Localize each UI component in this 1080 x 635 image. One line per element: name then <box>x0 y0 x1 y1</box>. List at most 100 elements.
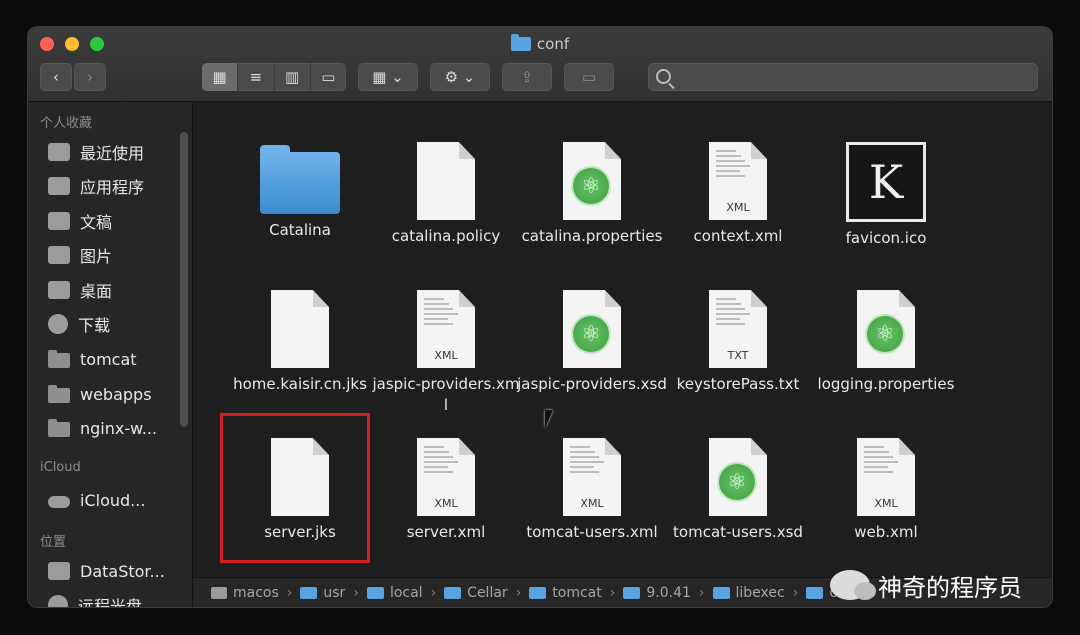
file-item[interactable]: ⚛ tomcat-users.xsd <box>663 438 813 543</box>
sidebar-item-datastore[interactable]: DataStor... <box>48 558 165 584</box>
file-name: Catalina <box>269 221 331 239</box>
file-name: catalina.policy <box>391 227 501 245</box>
sidebar-item-recents[interactable]: 最近使用 <box>48 139 144 165</box>
folder-icon <box>48 385 70 403</box>
folder-icon <box>260 145 340 214</box>
titlebar: conf ‹ › ▦ ≡ ▥ ▭ ▦ ⌄ ⚙ ⌄ ⇪ ▭ <box>28 27 1052 102</box>
view-mode-control[interactable]: ▦ ≡ ▥ ▭ <box>202 63 346 91</box>
properties-file-icon: ⚛ <box>857 290 915 368</box>
arrange-button[interactable]: ▦ ⌄ <box>358 63 418 91</box>
sidebar-item-pictures[interactable]: 图片 <box>48 242 112 268</box>
sidebar-item-nginx[interactable]: nginx-w... <box>48 415 157 441</box>
file-name: keystorePass.txt <box>676 375 800 393</box>
file-item[interactable]: XML server.xml <box>371 438 521 543</box>
chevron-right-icon: › <box>609 585 616 601</box>
file-item[interactable]: TXT keystorePass.txt <box>663 290 813 395</box>
sidebar-item-webapps[interactable]: webapps <box>48 381 152 407</box>
forward-button[interactable]: › <box>74 63 106 91</box>
path-segment[interactable]: usr <box>300 585 345 601</box>
path-segment[interactable]: local <box>366 585 423 601</box>
applications-icon <box>48 177 70 195</box>
file-item[interactable]: home.kaisir.cn.jks <box>225 290 375 395</box>
file-name: home.kaisir.cn.jks <box>233 375 367 393</box>
path-segment[interactable]: libexec <box>712 585 785 601</box>
tag-button[interactable]: ▭ <box>564 63 614 91</box>
path-segment[interactable]: tomcat <box>529 585 602 601</box>
folder-icon <box>529 587 547 599</box>
favicon-k-icon: K <box>846 142 926 222</box>
document-icon <box>271 290 329 368</box>
sidebar-item-label: 桌面 <box>80 282 113 301</box>
file-name: context.xml <box>693 227 783 245</box>
sidebar-item-tomcat[interactable]: tomcat <box>48 346 137 372</box>
path-segment-label: local <box>389 585 423 601</box>
sidebar-scrollbar[interactable] <box>180 132 188 427</box>
search-input[interactable] <box>648 63 1038 91</box>
sidebar-item-desktop[interactable]: 桌面 <box>48 277 112 303</box>
sidebar-item-documents[interactable]: 文稿 <box>48 208 112 234</box>
chevron-right-icon: › <box>430 585 437 601</box>
file-item[interactable]: XML web.xml <box>811 438 961 543</box>
file-item[interactable]: ⚛ logging.properties <box>811 290 961 395</box>
list-view-icon[interactable]: ≡ <box>238 63 275 91</box>
watermark: 神奇的程序员 <box>830 565 1022 605</box>
file-name: catalina.properties <box>521 227 663 245</box>
atom-icon: ⚛ <box>573 168 609 204</box>
file-name: server.xml <box>406 523 486 541</box>
watermark-text: 神奇的程序员 <box>878 573 1022 602</box>
column-view-icon[interactable]: ▥ <box>275 63 311 91</box>
file-item[interactable]: Kfavicon.ico <box>811 142 961 249</box>
action-button[interactable]: ⚙ ⌄ <box>430 63 490 91</box>
properties-file-icon: ⚛ <box>563 142 621 220</box>
path-segment[interactable]: Cellar <box>444 585 508 601</box>
xml-file-icon: XML <box>709 142 767 220</box>
sidebar-item-downloads[interactable]: 下载 <box>48 311 110 337</box>
sidebar-item-label: nginx-w... <box>80 418 157 438</box>
sidebar-item-applications[interactable]: 应用程序 <box>48 173 144 199</box>
search-icon <box>656 69 671 84</box>
disk-icon <box>211 587 227 599</box>
gallery-view-icon[interactable]: ▭ <box>311 63 346 91</box>
atom-icon: ⚛ <box>573 316 609 352</box>
folder-icon <box>366 587 384 599</box>
file-item[interactable]: XML context.xml <box>663 142 813 247</box>
file-name: tomcat-users.xsd <box>673 523 803 541</box>
chevron-right-icon: › <box>353 585 359 601</box>
chevron-right-icon: › <box>792 585 799 601</box>
sidebar-item-label: 文稿 <box>80 213 113 232</box>
gear-icon: ⚙ ⌄ <box>444 68 476 86</box>
file-item[interactable]: Catalina <box>225 142 375 241</box>
sidebar-heading-locations: 位置 <box>40 535 67 550</box>
share-button[interactable]: ⇪ <box>502 63 552 91</box>
path-segment[interactable]: macos <box>211 585 279 601</box>
sidebar-item-label: 远程光盘 <box>78 597 143 607</box>
sidebar-item-label: 最近使用 <box>80 144 145 163</box>
pictures-icon <box>48 246 70 264</box>
folder-icon <box>712 587 730 599</box>
sidebar-item-label: iCloud... <box>80 490 146 510</box>
chevron-right-icon: › <box>698 585 705 601</box>
path-segment-label: libexec <box>735 585 785 601</box>
selection-highlight <box>220 413 370 563</box>
file-item[interactable]: XML tomcat-users.xml <box>517 438 667 543</box>
file-item[interactable]: ⚛ catalina.properties <box>517 142 667 247</box>
sidebar-item-label: DataStor... <box>80 561 165 581</box>
sidebar-heading-icloud: iCloud <box>40 460 81 475</box>
back-button[interactable]: ‹ <box>40 63 72 91</box>
path-segment-label: macos <box>233 585 279 601</box>
file-item[interactable]: catalina.policy <box>371 142 521 247</box>
folder-icon <box>623 587 641 599</box>
path-segment[interactable]: 9.0.41 <box>623 585 691 601</box>
chevron-right-icon: › <box>515 585 522 601</box>
finder-window: conf ‹ › ▦ ≡ ▥ ▭ ▦ ⌄ ⚙ ⌄ ⇪ ▭ 个人收藏 最近使用 应… <box>28 27 1052 607</box>
file-type-tag: TXT <box>727 349 749 362</box>
xml-file-icon: XML <box>417 438 475 516</box>
file-item[interactable]: XML jaspic-providers.xml <box>371 290 521 416</box>
window-title-text: conf <box>536 35 570 53</box>
sidebar-item-remote-disc[interactable]: 远程光盘 <box>48 592 142 607</box>
file-item[interactable]: ⚛ jaspic-providers.xsd <box>517 290 667 395</box>
folder-icon <box>444 587 462 599</box>
sidebar-item-icloud[interactable]: iCloud... <box>48 487 145 513</box>
icon-view-icon[interactable]: ▦ <box>202 63 239 91</box>
document-icon <box>417 142 475 220</box>
